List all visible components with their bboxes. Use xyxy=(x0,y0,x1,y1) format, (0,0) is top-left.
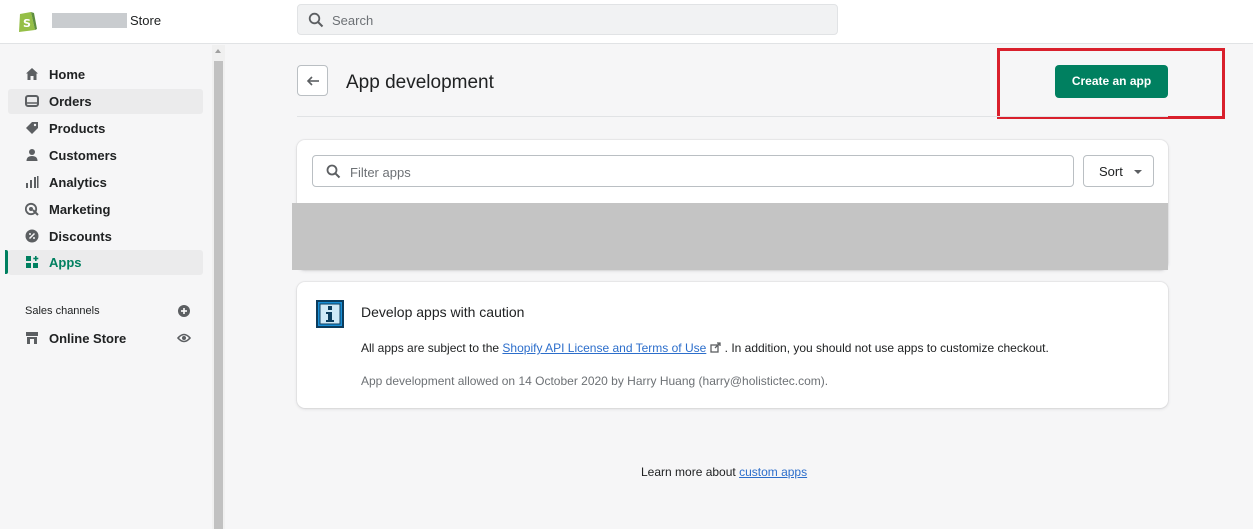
highlight-box xyxy=(997,48,1225,119)
add-sales-channel-icon[interactable] xyxy=(178,305,190,317)
apps-icon xyxy=(26,256,39,268)
store-icon xyxy=(26,332,38,344)
sidebar-item-label: Online Store xyxy=(49,331,127,346)
shopify-logo-icon[interactable]: S xyxy=(16,9,38,33)
person-icon xyxy=(26,149,38,161)
top-bar: S Store Search xyxy=(0,0,1253,44)
back-button[interactable] xyxy=(297,65,328,96)
page-title: App development xyxy=(346,72,494,93)
active-indicator xyxy=(5,250,8,274)
caution-text: All apps are subject to the Shopify API … xyxy=(361,341,1049,355)
caution-title: Develop apps with caution xyxy=(361,304,525,320)
bar-chart-icon xyxy=(26,176,39,188)
search-icon xyxy=(326,164,341,179)
search-placeholder: Search xyxy=(332,13,374,28)
sidebar-item-orders[interactable]: Orders xyxy=(8,89,203,114)
svg-text:S: S xyxy=(23,17,31,30)
home-icon xyxy=(26,68,38,80)
sidebar-item-home[interactable]: Home xyxy=(8,62,203,87)
filter-placeholder: Filter apps xyxy=(350,165,411,180)
sidebar-item-label: Apps xyxy=(49,255,82,270)
tag-icon xyxy=(26,122,38,134)
sort-label: Sort xyxy=(1099,164,1123,179)
search-input[interactable]: Search xyxy=(297,4,838,35)
custom-apps-link[interactable]: custom apps xyxy=(739,465,807,479)
sidebar-scrollbar[interactable] xyxy=(212,45,225,529)
sidebar-item-analytics[interactable]: Analytics xyxy=(8,170,203,195)
sidebar-item-label: Orders xyxy=(49,94,92,109)
header-divider xyxy=(297,116,1168,117)
sidebar-item-label: Discounts xyxy=(49,229,112,244)
search-icon xyxy=(308,12,324,28)
store-name-redacted xyxy=(52,13,127,28)
orders-icon xyxy=(25,95,39,107)
sidebar-item-label: Customers xyxy=(49,148,117,163)
caution-prefix: All apps are subject to the xyxy=(361,341,503,355)
sidebar-item-products[interactable]: Products xyxy=(8,116,203,141)
sidebar-item-marketing[interactable]: Marketing xyxy=(8,197,203,222)
sidebar-item-apps[interactable]: Apps xyxy=(8,250,203,275)
scrollbar-thumb[interactable] xyxy=(214,61,223,529)
sales-channels-label: Sales channels xyxy=(25,305,100,317)
eye-icon[interactable] xyxy=(177,332,191,344)
sidebar-item-customers[interactable]: Customers xyxy=(8,143,203,168)
sidebar-item-online-store[interactable]: Online Store xyxy=(8,326,203,351)
sidebar-item-label: Products xyxy=(49,121,106,136)
sidebar-item-label: Analytics xyxy=(49,175,107,190)
caution-suffix: . In addition, you should not use apps t… xyxy=(721,341,1049,355)
sidebar-item-label: Marketing xyxy=(49,202,111,217)
store-name[interactable]: Store xyxy=(130,13,161,28)
discount-icon xyxy=(25,229,39,243)
info-icon xyxy=(316,300,344,328)
api-license-link[interactable]: Shopify API License and Terms of Use xyxy=(502,341,706,355)
learn-more-text: Learn more about custom apps xyxy=(641,465,807,479)
arrow-left-icon xyxy=(306,76,319,86)
redacted-apps-list xyxy=(292,203,1168,270)
external-link-icon[interactable] xyxy=(710,342,721,353)
target-icon xyxy=(25,202,39,216)
allowed-text: App development allowed on 14 October 20… xyxy=(361,374,829,388)
sort-button[interactable]: Sort xyxy=(1083,155,1154,187)
learn-prefix: Learn more about xyxy=(641,465,740,479)
caret-down-icon xyxy=(1134,170,1142,174)
sidebar-item-label: Home xyxy=(49,67,86,82)
filter-apps-input[interactable]: Filter apps xyxy=(312,155,1074,187)
sidebar-item-discounts[interactable]: Discounts xyxy=(8,224,203,249)
scroll-up-arrow-icon[interactable] xyxy=(215,49,221,53)
